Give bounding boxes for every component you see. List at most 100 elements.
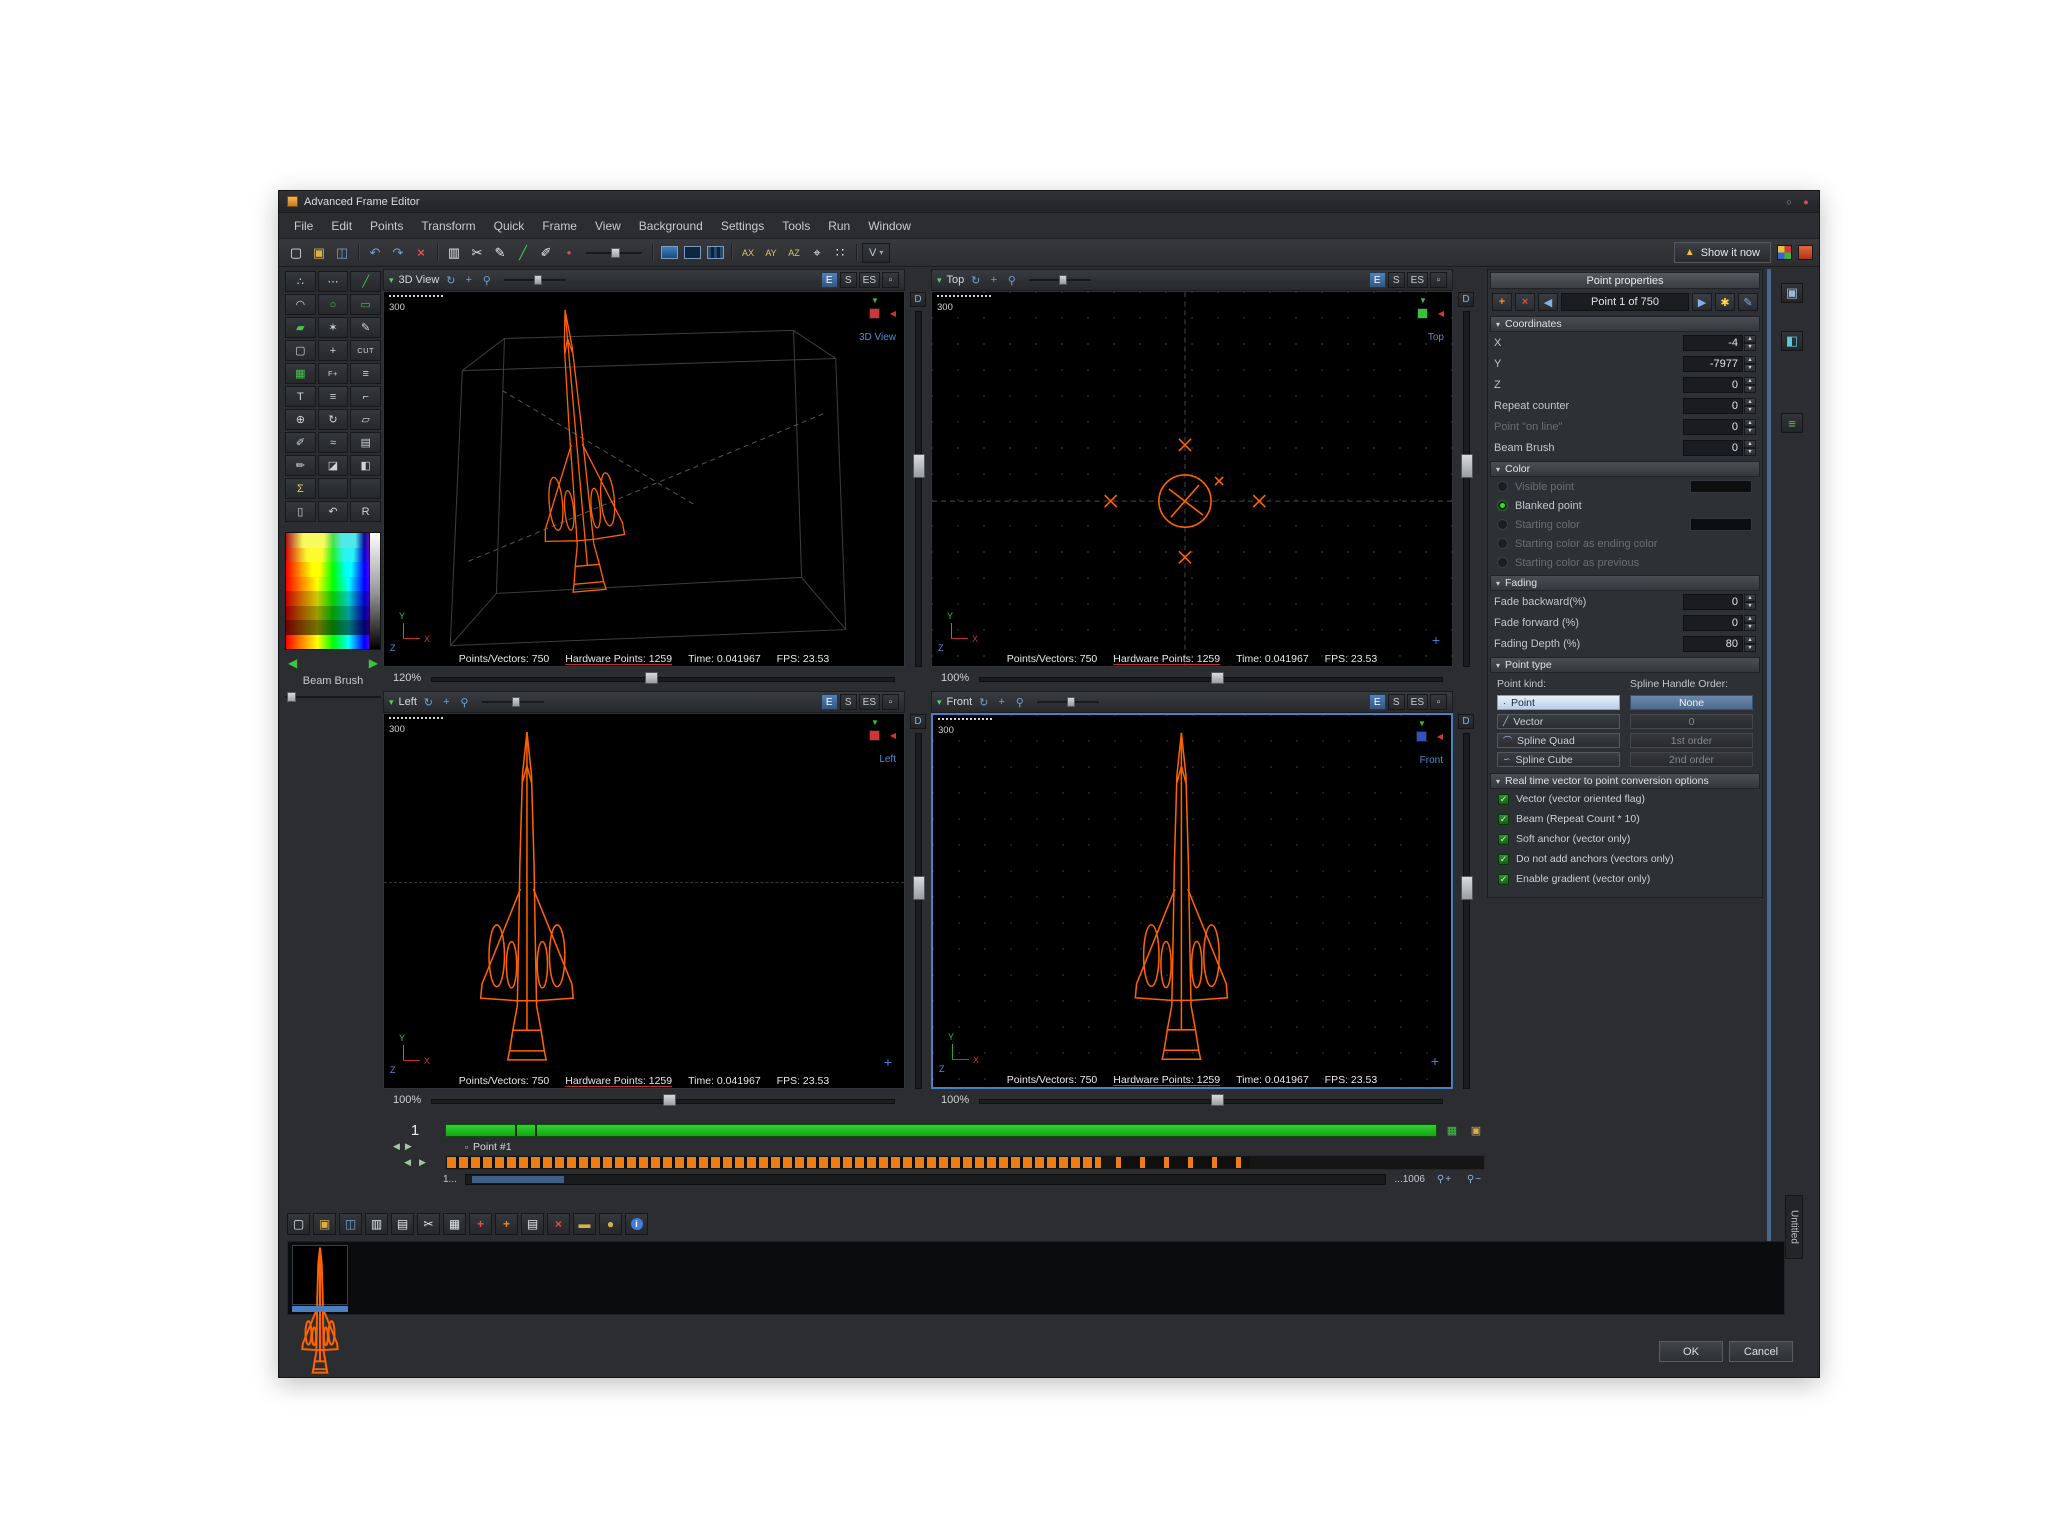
gradient-tool-icon[interactable]: ◧ <box>350 455 381 476</box>
vertical-scrollbar-thumb[interactable] <box>1461 454 1473 478</box>
next-frame-icon[interactable]: ▶ <box>405 1141 412 1152</box>
grayscale-column[interactable] <box>369 533 380 649</box>
select-mode-button[interactable]: S <box>840 272 857 288</box>
viewport-zoom-slider[interactable] <box>979 1094 1443 1106</box>
undo-icon[interactable]: ↶ <box>364 242 386 264</box>
starting-color-ending-radio[interactable] <box>1497 538 1508 549</box>
beam-brush-spinner[interactable]: ▲▼ <box>1744 440 1756 456</box>
delete-icon[interactable]: × <box>410 242 432 264</box>
color-palette-row[interactable] <box>286 533 380 548</box>
frame-thumbnail[interactable] <box>292 1245 348 1305</box>
list-tool-icon[interactable]: ≡ <box>318 386 349 407</box>
edit-select-mode-button[interactable]: ES <box>859 272 880 288</box>
reset-tool-icon[interactable]: R <box>350 501 381 522</box>
new-frame-icon[interactable]: ▢ <box>285 242 307 264</box>
window-settings-icon[interactable]: ○ <box>1784 197 1794 207</box>
zoom-view-icon[interactable]: ⚲ <box>1013 696 1026 709</box>
vertical-scrollbar[interactable] <box>915 311 922 667</box>
edit-select-mode-button[interactable]: ES <box>1407 694 1428 710</box>
image-tool-icon[interactable]: ▦ <box>285 363 316 384</box>
menu-settings[interactable]: Settings <box>712 216 773 236</box>
viewport-zoom-slider-thumb[interactable] <box>645 672 658 684</box>
timeline-zoom-out-icon[interactable]: ⚲− <box>1463 1171 1485 1187</box>
frame-duration-bar[interactable] <box>445 1124 1437 1137</box>
beam-repeat-checkbox[interactable]: ✓ <box>1498 814 1509 825</box>
enable-gradient-checkbox[interactable]: ✓ <box>1498 874 1509 885</box>
depth-mode-button[interactable]: D <box>910 714 926 729</box>
maximize-viewport-button[interactable]: ▫ <box>1430 694 1447 710</box>
section-realtime-options[interactable]: ▾ Real time vector to point conversion o… <box>1490 773 1760 789</box>
rotate-view-icon[interactable]: ↻ <box>977 696 990 709</box>
view-quality-slider-thumb[interactable] <box>534 275 542 285</box>
order-second-button[interactable]: 2nd order <box>1630 752 1753 767</box>
prev-color-icon[interactable]: ◀ <box>288 656 297 670</box>
vertical-scrollbar-thumb[interactable] <box>1461 876 1473 900</box>
copy-frame-button[interactable]: ▥ <box>365 1213 388 1235</box>
open-frame-button[interactable]: ▣ <box>313 1213 336 1235</box>
add-frame-button[interactable]: + <box>469 1213 492 1235</box>
viewport-zoom-slider-thumb[interactable] <box>1211 1094 1224 1106</box>
edit-mode-button[interactable]: E <box>1369 272 1386 288</box>
section-color[interactable]: ▾ Color <box>1490 461 1760 477</box>
view-quality-slider[interactable] <box>482 696 544 708</box>
display-panel-icon[interactable]: ▣ <box>1781 283 1803 303</box>
highlight-point-button[interactable]: ✱ <box>1715 293 1735 311</box>
order-none-button[interactable]: None <box>1630 695 1753 710</box>
ellipse-tool-icon[interactable]: ○ <box>318 294 349 315</box>
delete-frame-button[interactable]: × <box>547 1213 570 1235</box>
prev-point-button[interactable]: ◀ <box>1538 293 1558 311</box>
lock-x-button[interactable]: AX <box>737 242 759 264</box>
viewport-menu-icon[interactable]: ▾ <box>389 275 394 286</box>
z-spinner[interactable]: ▲▼ <box>1744 377 1756 393</box>
vertical-scrollbar[interactable] <box>1463 733 1470 1089</box>
timeline-scrollbar-thumb[interactable] <box>472 1176 564 1183</box>
starting-color-previous-radio[interactable] <box>1497 557 1508 568</box>
node-tool-icon[interactable]: + <box>318 340 349 361</box>
frame-filmstrip[interactable] <box>287 1241 1785 1315</box>
fill-tool-icon[interactable]: ◪ <box>318 455 349 476</box>
new-frame-button[interactable]: ▢ <box>287 1213 310 1235</box>
zoom-view-icon[interactable]: ⚲ <box>1005 274 1018 287</box>
beam-brush-slider[interactable] <box>285 691 381 703</box>
zoom-view-icon[interactable]: ⚲ <box>458 696 471 709</box>
depth-mode-button[interactable]: D <box>910 292 926 307</box>
timeline-grid-icon[interactable]: ▦ <box>1443 1122 1461 1138</box>
section-fading[interactable]: ▾ Fading <box>1490 575 1760 591</box>
cancel-button[interactable]: Cancel <box>1729 1341 1793 1362</box>
vector-flag-checkbox[interactable]: ✓ <box>1498 794 1509 805</box>
color-palette[interactable] <box>285 532 381 650</box>
save-frame-button[interactable]: ◫ <box>339 1213 362 1235</box>
pan-view-icon[interactable]: + <box>987 274 1000 286</box>
section-coordinates[interactable]: ▾ Coordinates <box>1490 316 1760 332</box>
prev-frame-icon[interactable]: ◀ <box>393 1141 400 1152</box>
no-anchors-checkbox[interactable]: ✓ <box>1498 854 1509 865</box>
viewport-menu-icon[interactable]: ▾ <box>389 697 394 708</box>
lock-y-button[interactable]: AY <box>760 242 782 264</box>
menu-frame[interactable]: Frame <box>533 216 586 236</box>
tag-panel-icon[interactable]: ◧ <box>1781 331 1803 351</box>
order-first-button[interactable]: 1st order <box>1630 733 1753 748</box>
pencil-tool-icon[interactable]: ✏ <box>285 455 316 476</box>
scale-tool-icon[interactable]: ▱ <box>350 409 381 430</box>
kind-spline-cube-button[interactable]: ∽Spline Cube <box>1497 752 1620 767</box>
viewport-zoom-slider-thumb[interactable] <box>1211 672 1224 684</box>
rotate-view-icon[interactable]: ↻ <box>969 274 982 287</box>
edit-mode-button[interactable]: E <box>821 694 838 710</box>
view-quality-slider[interactable] <box>504 274 566 286</box>
viewport-zoom-slider[interactable] <box>979 672 1443 684</box>
fading-depth-spinner[interactable]: ▲▼ <box>1744 636 1756 652</box>
dot-tool-icon[interactable]: ∴ <box>285 271 316 292</box>
viewport-left-canvas[interactable]: 300 ▼ ◀ Left Y X Z + Points/Vectors: 750… <box>383 713 905 1089</box>
view-quality-slider-thumb[interactable] <box>1059 275 1067 285</box>
blank-frame-tool-icon[interactable]: ▯ <box>285 501 316 522</box>
text-tool-icon[interactable]: T <box>285 386 316 407</box>
edit-mode-button[interactable]: E <box>1369 694 1386 710</box>
move-tool-icon[interactable]: ⊕ <box>285 409 316 430</box>
layers-tool-icon[interactable]: ▤ <box>350 432 381 453</box>
select-mode-button[interactable]: S <box>1388 694 1405 710</box>
cut-tool-button[interactable]: CUT <box>350 340 381 361</box>
menu-points[interactable]: Points <box>361 216 412 236</box>
delete-point-button[interactable]: × <box>1515 293 1535 311</box>
x-field[interactable]: -4 <box>1683 335 1743 351</box>
depth-mode-button[interactable]: D <box>1458 714 1474 729</box>
